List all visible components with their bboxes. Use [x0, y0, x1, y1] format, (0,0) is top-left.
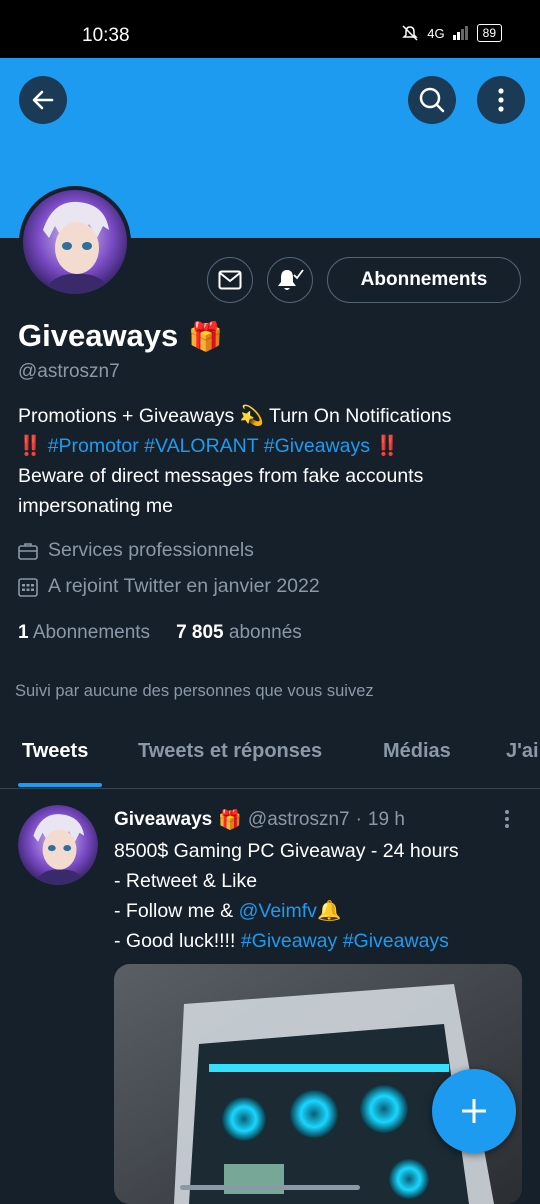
- gift-emoji: 🎁: [188, 320, 224, 352]
- tab-media[interactable]: Médias: [383, 740, 451, 763]
- profile-bio: Promotions + Giveaways 💫 Turn On Notific…: [18, 401, 528, 521]
- more-options-button[interactable]: [477, 76, 525, 124]
- dizzy-emoji: 💫: [239, 405, 264, 427]
- profile-avatar[interactable]: [19, 186, 131, 298]
- bio-line-1: Promotions + Giveaways 💫 Turn On Notific…: [18, 405, 452, 427]
- signal-icon: [452, 26, 468, 40]
- tweet-separator: ·: [355, 809, 362, 830]
- envelope-icon: [218, 270, 242, 290]
- notifications-button[interactable]: [267, 257, 313, 303]
- more-vertical-icon: [498, 88, 504, 112]
- active-tab-indicator: [18, 783, 102, 787]
- profile-handle: @astroszn7: [18, 361, 120, 382]
- tweet-author-handle[interactable]: @astroszn7: [248, 809, 350, 831]
- more-vertical-icon: [505, 810, 509, 828]
- briefcase-icon: [18, 542, 38, 560]
- hashtag-link[interactable]: #VALORANT: [144, 435, 258, 457]
- profile-stats: 1 Abonnements 7 805 abonnés: [18, 622, 302, 644]
- following-stat[interactable]: 1 Abonnements: [18, 622, 150, 644]
- home-indicator[interactable]: [180, 1185, 360, 1190]
- network-label: 4G: [427, 25, 445, 41]
- status-icons: 4G 89: [401, 24, 502, 42]
- tab-likes[interactable]: J'ai: [506, 740, 539, 763]
- following-button[interactable]: Abonnements: [327, 257, 521, 303]
- followed-by-note: Suivi par aucune des personnes que vous …: [15, 682, 374, 700]
- status-time: 10:38: [82, 25, 130, 46]
- hashtag-link[interactable]: #Giveaway: [241, 930, 337, 952]
- bio-line-3: Beware of direct messages from fake acco…: [18, 465, 424, 517]
- plus-icon: [462, 1099, 486, 1123]
- hashtag-link[interactable]: #Giveaways: [264, 435, 370, 457]
- gift-emoji: 🎁: [218, 810, 242, 831]
- profile-category: Services professionnels: [18, 539, 254, 562]
- hashtag-link[interactable]: #Promotor: [48, 435, 139, 457]
- tweet-author-name[interactable]: Giveaways: [114, 809, 212, 831]
- mute-icon: [402, 25, 419, 41]
- battery-level: 89: [476, 24, 502, 42]
- avatar-image: [23, 190, 127, 294]
- avatar-image: [18, 805, 98, 885]
- bell-emoji: 🔔: [316, 900, 342, 922]
- exclamation-mark-end: ‼️: [375, 435, 400, 457]
- profile-joined: A rejoint Twitter en janvier 2022: [18, 575, 320, 598]
- bio-line-2: ‼️ #Promotor #VALORANT #Giveaways ‼️: [18, 431, 528, 461]
- compose-tweet-button[interactable]: [432, 1069, 516, 1153]
- search-icon: [419, 87, 445, 113]
- profile-name-text: Giveaways: [18, 318, 179, 353]
- tab-tweets-replies[interactable]: Tweets et réponses: [138, 740, 322, 763]
- tab-tweets[interactable]: Tweets: [22, 740, 88, 763]
- profile-tabs: Tweets Tweets et réponses Médias J'ai: [0, 724, 540, 789]
- arrow-left-icon: [32, 90, 54, 110]
- search-button[interactable]: [408, 76, 456, 124]
- profile-name: Giveaways 🎁: [18, 318, 223, 354]
- tweet-author-avatar[interactable]: [18, 805, 98, 885]
- tweet-time: 19 h: [367, 809, 405, 830]
- tweet-header: Giveaways 🎁 @astroszn7 · 19 h: [114, 808, 405, 832]
- tweet-text: 8500$ Gaming PC Giveaway - 24 hours - Re…: [114, 840, 459, 952]
- back-button[interactable]: [19, 76, 67, 124]
- mention-link[interactable]: @Veimfv: [239, 900, 317, 922]
- exclamation-mark-start: ‼️: [18, 435, 43, 457]
- calendar-icon: [18, 577, 38, 597]
- hashtag-link[interactable]: #Giveaways: [343, 930, 449, 952]
- bell-check-icon: [278, 269, 304, 290]
- followers-stat[interactable]: 7 805 abonnés: [176, 622, 302, 644]
- status-bar: 10:38 4G 89: [0, 0, 540, 58]
- tweet-more-button[interactable]: [503, 808, 511, 835]
- message-button[interactable]: [207, 257, 253, 303]
